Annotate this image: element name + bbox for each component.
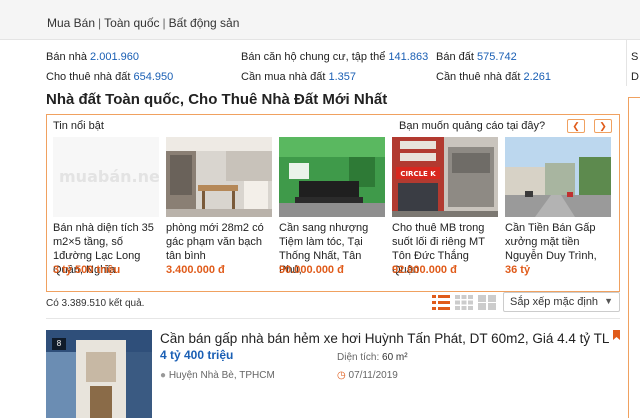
chevron-right-icon[interactable]: ❯ xyxy=(594,119,612,133)
grid-view-icon[interactable] xyxy=(455,295,473,310)
breadcrumb-item-category[interactable]: Bất động sản xyxy=(169,16,240,30)
gallery-view-icon[interactable] xyxy=(478,295,496,310)
category-link-ban-nha[interactable]: Bán nhà 2.001.960 xyxy=(46,51,139,63)
sort-dropdown[interactable]: Sắp xếp mặc định ▼ xyxy=(503,292,620,312)
featured-card-price: 36 tỷ xyxy=(505,264,531,276)
divider xyxy=(46,318,620,319)
breadcrumb: Mua Bán | Toàn quốc | Bất động sản xyxy=(47,16,239,30)
category-link-can-mua[interactable]: Cần mua nhà đất 1.357 xyxy=(241,71,356,83)
category-link-can-ho[interactable]: Bán căn hộ chung cư, tập thể 141.863 xyxy=(241,51,428,63)
featured-card[interactable]: Cần Tiền Bán Gấp xưởng mặt tiền Nguyễn D… xyxy=(505,137,615,287)
breadcrumb-item-region[interactable]: Toàn quốc xyxy=(104,16,159,30)
page-title: Nhà đất Toàn quốc, Cho Thuê Nhà Đất Mới … xyxy=(46,91,388,108)
results-count: Có 3.389.510 kết quả. xyxy=(46,298,145,309)
listing-area: Diện tích: 60 m² xyxy=(337,352,408,363)
ad-prompt-link[interactable]: Bạn muốn quảng cáo tại đây? xyxy=(399,120,545,132)
listing-photo[interactable]: 8 xyxy=(46,330,152,418)
listing-photo xyxy=(166,137,272,217)
featured-card[interactable]: muabán.net Bán nhà diện tích 35 m2×5 tần… xyxy=(53,137,159,287)
breadcrumb-bar: Mua Bán | Toàn quốc | Bất động sản xyxy=(0,0,640,40)
listing-title[interactable]: Cần bán gấp nhà bán hẻm xe hơi Huỳnh Tấn… xyxy=(160,331,609,347)
featured-card-price: 3.400.000 đ xyxy=(166,264,225,276)
featured-card[interactable]: Cần sang nhượng Tiệm làm tóc, Tại Thống … xyxy=(279,137,385,287)
list-view-icon[interactable] xyxy=(432,295,450,310)
sort-dropdown-label: Sắp xếp mặc định xyxy=(510,296,599,308)
placeholder-image: muabán.net xyxy=(53,137,159,217)
featured-heading: Tin nổi bật xyxy=(53,120,104,132)
category-link-cho-thue[interactable]: Cho thuê nhà đất 654.950 xyxy=(46,71,173,83)
listing-date: ◷ 07/11/2019 xyxy=(337,370,398,381)
listing-location: ● Huyện Nhà Bè, TPHCM xyxy=(160,370,275,381)
breadcrumb-separator: | xyxy=(162,16,166,30)
location-pin-icon: ● xyxy=(160,370,167,381)
svg-text:CIRCLE K: CIRCLE K xyxy=(400,170,436,178)
category-link-ban-dat[interactable]: Bán đất 575.742 xyxy=(436,51,517,63)
chevron-left-icon[interactable]: ❮ xyxy=(567,119,585,133)
sidebar-divider xyxy=(626,40,627,86)
listing-price: 4 tỷ 400 triệu xyxy=(160,348,234,362)
watermark-logo: muabán.net xyxy=(59,167,159,186)
photo-count-badge: 8 xyxy=(52,338,66,350)
chevron-down-icon: ▼ xyxy=(604,296,613,306)
listing-photo: CIRCLE K xyxy=(392,137,498,217)
sidebar-frame xyxy=(628,97,640,418)
listing-photo xyxy=(279,137,385,217)
listing-photo xyxy=(505,137,611,217)
listing-item[interactable]: 8 Cần bán gấp nhà bán hẻm xe hơi Huỳnh T… xyxy=(46,330,620,418)
clock-icon: ◷ xyxy=(337,370,346,381)
breadcrumb-item-home[interactable]: Mua Bán xyxy=(47,16,95,30)
featured-card-price: 92.000.000 đ xyxy=(392,264,457,276)
category-link-cut-off[interactable]: D xyxy=(631,71,639,83)
featured-card[interactable]: phòng mới 28m2 có gác phạm văn bạch tân … xyxy=(166,137,272,287)
featured-card-price: 3 tỷ 500 triệu xyxy=(53,264,121,276)
featured-listings: Tin nổi bật Bạn muốn quảng cáo tại đây? … xyxy=(46,114,620,292)
breadcrumb-separator: | xyxy=(98,16,102,30)
featured-card[interactable]: CIRCLE K Cho thuê MB trong suốt lối đi r… xyxy=(392,137,498,287)
category-link-can-thue[interactable]: Cần thuê nhà đất 2.261 xyxy=(436,71,551,83)
featured-card-price: 90.000.000 đ xyxy=(279,264,344,276)
bookmark-icon[interactable] xyxy=(613,330,620,340)
category-link-cut-off[interactable]: S xyxy=(631,51,638,63)
